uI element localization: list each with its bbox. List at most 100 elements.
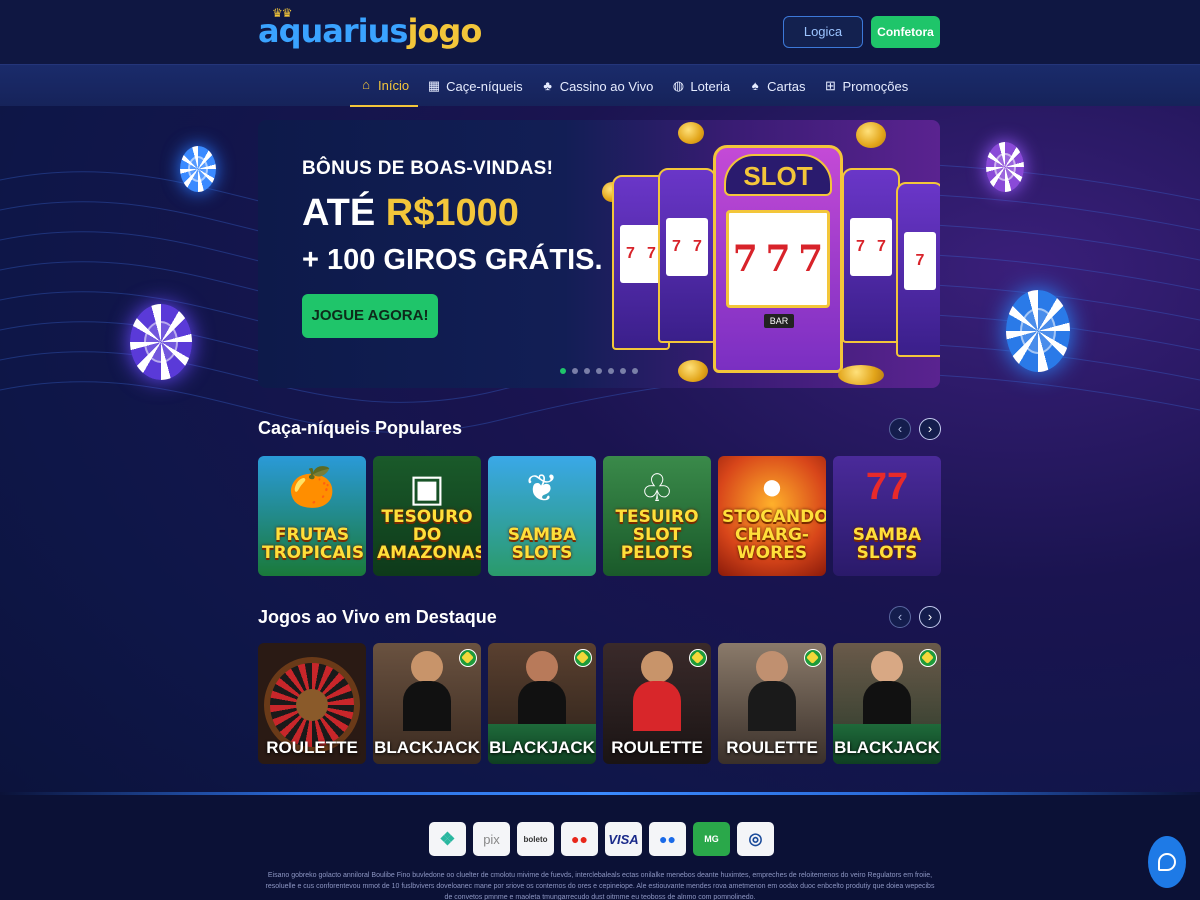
nav-item-label: Loteria [690,78,731,94]
popular-slots-list: 🍊 FRUTAS TROPICAIS ▣ TESOURO DO AMAZONAS… [258,456,941,576]
chat-bubble-icon [1158,853,1176,871]
live-game-card[interactable]: ROULETTE [258,643,366,764]
carousel-dot[interactable] [620,368,626,374]
nav-item-label: Cartas [767,78,806,94]
reel-symbol: 7 [765,238,791,280]
live-game-label: ROULETTE [266,738,358,757]
prev-arrow-button[interactable]: ‹ [889,418,911,440]
dealer-avatar [871,651,903,683]
game-card[interactable]: ● STOCANDO CHARG-WORES [718,456,826,576]
side-slot-machine: 77 [658,168,716,343]
game-card[interactable]: ♧ TESUIRO SLOT PELOTS [603,456,711,576]
dealer-avatar [756,651,788,683]
coin-icon [678,122,704,144]
carousel-dot[interactable] [584,368,590,374]
live-game-card[interactable]: ROULETTE [718,643,826,764]
visa-logo: VISA [605,822,642,856]
poker-chip-icon [130,304,192,380]
live-game-card[interactable]: ROULETTE [603,643,711,764]
nav-item-cards[interactable]: ♠ Cartas [739,65,814,107]
slot-sign: SLOT [724,154,832,196]
coin-stack-icon [678,360,708,382]
live-game-card[interactable]: BLACKJACK [833,643,941,764]
nav-item-lottery[interactable]: ◍ Loteria [662,65,739,107]
section-title-live-games: Jogos ao Vivo em Destaque [258,607,497,627]
game-card[interactable]: 🍊 FRUTAS TROPICAIS [258,456,366,576]
logo-text-jogo: jogo [407,12,482,50]
game-title: STOCANDO CHARG-WORES [722,507,826,563]
dealer-body [633,681,681,731]
reel-symbol: 7 [798,238,824,280]
slot-machine-icon: ▦ [427,78,441,93]
pix-logo: pix [473,822,510,856]
hero-banner[interactable]: BÔNUS DE BOAS-VINDAS! ATÉ R$1000 + 100 G… [258,120,940,388]
game-card[interactable]: ▣ TESOURO DO AMAZONAS [373,456,481,576]
carousel-dot[interactable] [632,368,638,374]
game-title: TESOURO DO AMAZONAS [377,507,481,563]
main-nav: ⌂ Início ▦ Caçe-níqueis ♣ Cassino ao Vivo ◍… [0,64,1200,107]
game-title: SAMBA SLOTS [852,525,922,563]
next-arrow-button[interactable]: › [919,418,941,440]
brazil-flag-icon [804,649,822,667]
maestro-logo: ●● [649,822,686,856]
nav-item-inicio[interactable]: ⌂ Início [350,65,419,107]
nav-item-promotions[interactable]: ⊞ Promoções [814,65,917,107]
hero-subtitle: BÔNUS DE BOAS-VINDAS! [302,158,554,179]
dealer-icon: ♣ [543,78,552,93]
carousel-dot[interactable] [608,368,614,374]
brazil-flag-icon [919,649,937,667]
live-game-label: ROULETTE [611,738,703,757]
signup-button[interactable]: Confetora [871,16,940,48]
live-game-label: BLACKJACK [834,738,940,757]
cards-icon: ♠ [751,78,759,93]
game-card[interactable]: 77 SAMBA SLOTS [833,456,941,576]
live-game-label: ROULETTE [726,738,818,757]
play-now-button[interactable]: JOGUE AGORA! [302,294,438,338]
feather-icon: ❦ [526,468,558,510]
carousel-dots [560,368,638,374]
dealer-body [748,681,796,731]
nav-item-label: Início [378,77,410,93]
game-card[interactable]: ❦ SAMBA SLOTS [488,456,596,576]
side-reels: 7 [904,232,936,290]
brazil-flag-icon [574,649,592,667]
chat-support-button[interactable] [1148,836,1186,888]
brand-logo[interactable]: ♛♛ aquariusjogo [258,6,482,50]
carousel-dot[interactable] [596,368,602,374]
treasure-chest-icon: ▣ [409,468,445,510]
nav-item-live-casino[interactable]: ♣ Cassino ao Vivo [532,65,663,107]
live-game-label: BLACKJACK [489,738,595,757]
fruit-icon: 🍊 [288,467,336,509]
top-header: ♛♛ aquariusjogo Logica Confetora [0,0,1200,64]
bar-symbol: BAR [764,314,794,328]
dealer-body [403,681,451,731]
live-game-card[interactable]: BLACKJACK [373,643,481,764]
prev-arrow-button[interactable]: ‹ [889,606,911,628]
dealer-avatar [641,651,673,683]
green-pay-logo: MG [693,822,730,856]
side-reels: 77 [620,225,662,283]
boleto-logo: boleto [517,822,554,856]
nav-item-slots[interactable]: ▦ Caçe-níqueis [418,65,532,107]
hero-headline-line2: + 100 GIROS GRÁTIS. [302,244,603,276]
side-slot-machine: 7 [896,182,940,357]
live-games-arrows: ‹ › [889,606,941,628]
reel-symbol: 7 [732,238,758,280]
live-game-card[interactable]: BLACKJACK [488,643,596,764]
coin-stack-icon [838,365,884,385]
poker-chip-icon [1006,290,1070,372]
carousel-dot[interactable] [560,368,566,374]
jungle-icon: ♧ [639,468,675,510]
dealer-avatar [411,651,443,683]
login-button[interactable]: Logica [783,16,863,48]
poker-chip-icon [986,142,1024,192]
next-arrow-button[interactable]: › [919,606,941,628]
gift-icon: ⊞ [825,78,836,93]
live-games-list: ROULETTE BLACKJACK BLACKJACK ROULETTE RO… [258,643,941,764]
pix-symbol-icon: ❖ [429,822,466,856]
triple-seven-icon: 77 [865,466,909,508]
nav-item-label: Caçe-níqueis [446,78,523,94]
carousel-dot[interactable] [572,368,578,374]
poker-chip-icon [180,146,216,192]
game-title: TESUIRO SLOT PELOTS [615,507,699,563]
